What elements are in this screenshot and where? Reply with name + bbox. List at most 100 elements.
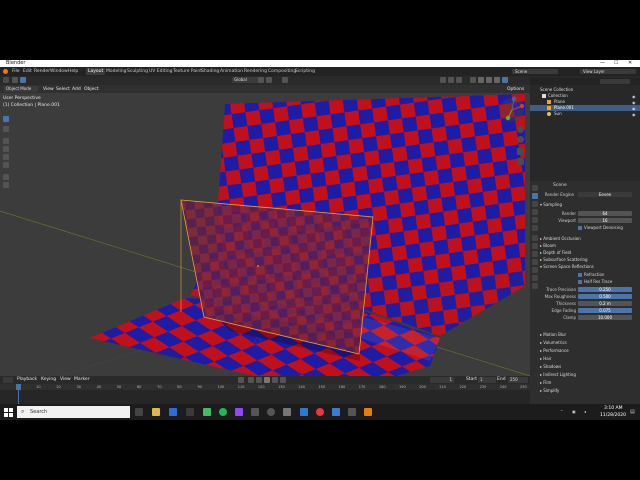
measure-tool-icon[interactable] xyxy=(3,182,9,188)
clock-time[interactable]: 3:10 AM xyxy=(604,406,623,411)
simplify-section-header[interactable]: ▸ Simplify xyxy=(540,388,638,394)
overlay-icon[interactable] xyxy=(456,77,462,83)
visibility-eye-icon[interactable]: ◉ xyxy=(632,112,636,117)
indirect-lighting-section-header[interactable]: ▸ Indirect Lighting xyxy=(540,372,638,378)
transform-tool-icon[interactable] xyxy=(3,162,9,168)
close-button[interactable]: ✕ xyxy=(628,60,632,67)
scale-tool-icon[interactable] xyxy=(3,154,9,160)
timeline-menu-playback[interactable]: Playback xyxy=(17,377,37,382)
select-mode-icon[interactable] xyxy=(20,77,26,83)
viewport-denoising-checkbox[interactable] xyxy=(578,226,582,230)
wireframe-shading-icon[interactable] xyxy=(478,77,484,83)
shadows-section-header[interactable]: ▸ Shadows xyxy=(540,364,638,370)
task-view-icon[interactable] xyxy=(135,408,143,416)
menu-add[interactable]: Add xyxy=(72,87,81,92)
timeline[interactable]: 0102030405060708090100110120130140150160… xyxy=(0,384,530,404)
file-explorer-icon[interactable] xyxy=(152,408,160,416)
twitch-icon[interactable] xyxy=(235,408,243,416)
store-icon[interactable] xyxy=(203,408,211,416)
scene-tab-icon[interactable] xyxy=(532,217,538,223)
material-shading-icon[interactable] xyxy=(494,77,500,83)
menu-edit[interactable]: Edit xyxy=(23,68,32,75)
menu-view[interactable]: View xyxy=(43,87,54,92)
pivot-icon[interactable] xyxy=(258,77,264,83)
current-frame-field[interactable]: 1 xyxy=(430,377,454,383)
jump-end-icon[interactable] xyxy=(280,377,286,383)
frame-ruler[interactable]: 0102030405060708090100110120130140150160… xyxy=(0,384,530,390)
tray-chevron-icon[interactable]: ⌃ xyxy=(560,409,563,414)
max-roughness-field[interactable]: 0.500 xyxy=(578,294,632,299)
mail-icon[interactable] xyxy=(169,408,177,416)
taskbar-search-box[interactable]: ⌕ Search xyxy=(17,406,130,418)
clock-date[interactable]: 11/28/2020 xyxy=(600,413,626,418)
xray-icon[interactable] xyxy=(470,77,476,83)
timeline-editor-icon[interactable] xyxy=(3,377,13,383)
network-icon[interactable]: ▣ xyxy=(572,409,576,414)
view-layer-tab-icon[interactable] xyxy=(532,209,538,215)
hair-section-header[interactable]: ▸ Hair xyxy=(540,356,638,362)
app-icon[interactable] xyxy=(348,408,356,416)
motion-blur-section-header[interactable]: ▸ Motion Blur xyxy=(540,332,638,338)
annotate-tool-icon[interactable] xyxy=(3,174,9,180)
editor-type-icon[interactable] xyxy=(3,77,9,83)
maximize-button[interactable]: ☐ xyxy=(614,60,618,67)
material-tab-icon[interactable] xyxy=(532,283,538,289)
ssr-section-header[interactable]: ▾ Screen Space Reflections xyxy=(540,264,638,270)
app-icon[interactable] xyxy=(267,408,275,416)
tool-tab-icon[interactable] xyxy=(532,185,538,191)
modifier-tab-icon[interactable] xyxy=(532,243,538,249)
timeline-menu-keying[interactable]: Keying xyxy=(41,377,56,382)
film-section-header[interactable]: ▸ Film xyxy=(540,380,638,386)
dof-section-header[interactable]: ▸ Depth of Field xyxy=(540,250,638,256)
timeline-menu-view[interactable]: View xyxy=(60,377,71,382)
volumetrics-section-header[interactable]: ▸ Volumetrics xyxy=(540,340,638,346)
menu-object[interactable]: Object xyxy=(84,87,99,92)
render-engine-dropdown[interactable]: Eevee xyxy=(578,192,632,197)
calendar-icon[interactable] xyxy=(186,408,194,416)
menu-render[interactable]: Render xyxy=(34,68,50,75)
sss-section-header[interactable]: ▸ Subsurface Scattering xyxy=(540,257,638,263)
camera-view-icon[interactable] xyxy=(517,148,524,155)
proportional-edit-icon[interactable] xyxy=(282,77,288,83)
select-tool-icon[interactable] xyxy=(3,116,9,122)
timeline-menu-marker[interactable]: Marker xyxy=(74,377,90,382)
outliner-search-icon[interactable] xyxy=(600,79,630,84)
tab-scripting[interactable]: Scripting xyxy=(293,68,317,75)
clamp-field[interactable]: 10.000 xyxy=(578,315,632,320)
select-box-icon[interactable] xyxy=(12,77,18,83)
ao-section-header[interactable]: ▸ Ambient Occlusion xyxy=(540,236,638,242)
performance-section-header[interactable]: ▸ Performance xyxy=(540,348,638,354)
mode-dropdown[interactable]: Object Mode xyxy=(4,86,38,92)
spotify-icon[interactable] xyxy=(219,408,227,416)
gizmo-icon[interactable] xyxy=(448,77,454,83)
render-tab-icon[interactable] xyxy=(532,193,538,199)
cursor-tool-icon[interactable] xyxy=(3,126,9,132)
jump-start-icon[interactable] xyxy=(248,377,254,383)
data-tab-icon[interactable] xyxy=(532,275,538,281)
bloom-section-header[interactable]: ▸ Bloom xyxy=(540,243,638,249)
app-icon[interactable] xyxy=(251,408,259,416)
object-tab-icon[interactable] xyxy=(532,235,538,241)
notifications-icon[interactable]: ▤ xyxy=(630,409,635,415)
physics-tab-icon[interactable] xyxy=(532,259,538,265)
thickness-field[interactable]: 0.2 m xyxy=(578,301,632,306)
navigation-gizmo-icon[interactable] xyxy=(498,96,526,124)
rotate-tool-icon[interactable] xyxy=(3,146,9,152)
refraction-checkbox[interactable] xyxy=(578,273,582,277)
pan-hand-icon[interactable] xyxy=(517,136,524,143)
start-frame-field[interactable]: 1 xyxy=(478,377,496,383)
perspective-toggle-icon[interactable] xyxy=(517,158,524,165)
zoom-icon[interactable] xyxy=(517,126,524,133)
menu-file[interactable]: File xyxy=(12,68,20,75)
record-icon[interactable] xyxy=(238,377,244,383)
minimize-button[interactable]: — xyxy=(600,60,605,67)
world-tab-icon[interactable] xyxy=(532,225,538,231)
blender-logo-icon[interactable] xyxy=(3,69,8,74)
play-icon[interactable] xyxy=(264,377,270,383)
menu-select[interactable]: Select xyxy=(56,87,70,92)
particles-tab-icon[interactable] xyxy=(532,251,538,257)
app-icon[interactable] xyxy=(332,408,340,416)
menu-window[interactable]: Window xyxy=(50,68,68,75)
viewport-samples-field[interactable]: 16 xyxy=(578,218,632,223)
prev-keyframe-icon[interactable] xyxy=(256,377,262,383)
